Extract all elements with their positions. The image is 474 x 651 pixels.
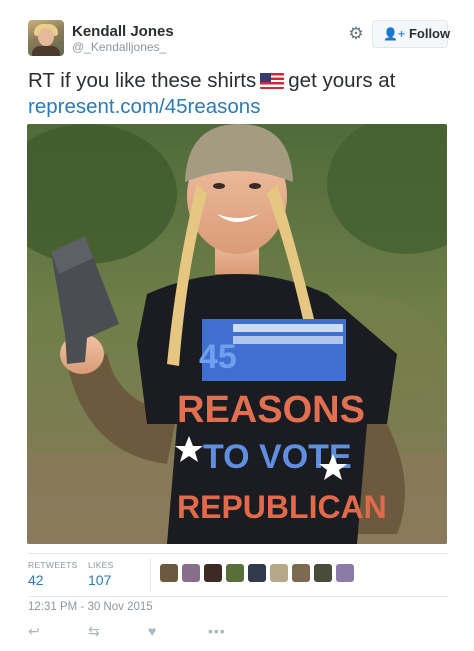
liker-avatar[interactable] bbox=[182, 564, 200, 582]
tweet-text-after: get yours at bbox=[288, 69, 396, 92]
user-handle[interactable]: @_Kendalljones_ bbox=[72, 40, 166, 54]
liker-avatar[interactable] bbox=[160, 564, 178, 582]
tweet-header: Kendall Jones @_Kendalljones_ ⚙ 👤+ Follow bbox=[28, 20, 451, 60]
shirt-line-4: REPUBLICAN bbox=[177, 489, 387, 525]
avatar[interactable] bbox=[28, 20, 64, 56]
shirt-line-1: 45 bbox=[199, 338, 237, 376]
follow-label: Follow bbox=[408, 26, 451, 41]
more-icon[interactable]: ••• bbox=[208, 622, 226, 640]
retweet-icon[interactable]: ⇆ bbox=[88, 622, 100, 640]
liker-avatar[interactable] bbox=[314, 564, 332, 582]
heart-icon[interactable]: ♥ bbox=[148, 622, 156, 640]
liker-avatar[interactable] bbox=[204, 564, 222, 582]
tweet-photo[interactable]: 45 REASONS TO VOTE REPUBLICAN bbox=[27, 124, 447, 544]
liker-avatar[interactable] bbox=[292, 564, 310, 582]
likes-label: LIKES bbox=[88, 560, 114, 570]
us-flag-icon bbox=[260, 73, 285, 89]
likes-stat[interactable]: LIKES 107 bbox=[88, 560, 114, 588]
liker-avatar[interactable] bbox=[226, 564, 244, 582]
retweets-count: 42 bbox=[28, 572, 44, 588]
tweet-actions: ↩ ⇆ ♥ ••• bbox=[28, 622, 328, 642]
gear-icon[interactable]: ⚙ bbox=[346, 24, 366, 44]
stats-divider bbox=[150, 558, 151, 592]
liker-avatars bbox=[160, 564, 358, 584]
add-user-icon: 👤+ bbox=[383, 27, 405, 41]
retweet-stat[interactable]: RETWEETS 42 bbox=[28, 560, 78, 588]
tweet-timestamp[interactable]: 12:31 PM - 30 Nov 2015 bbox=[28, 601, 153, 613]
follow-button[interactable]: 👤+ Follow bbox=[372, 20, 451, 48]
user-name[interactable]: Kendall Jones bbox=[72, 23, 174, 40]
reply-icon[interactable]: ↩ bbox=[28, 622, 40, 640]
likes-count: 107 bbox=[88, 572, 112, 588]
tweet-link[interactable]: represent.com/45reasons bbox=[28, 94, 448, 120]
shirt-line-2: REASONS bbox=[177, 389, 365, 431]
retweets-label: RETWEETS bbox=[28, 560, 78, 570]
liker-avatar[interactable] bbox=[270, 564, 288, 582]
photo-illustration: 45 REASONS TO VOTE REPUBLICAN bbox=[27, 124, 447, 544]
tweet-text: RT if you like these shirts get yours at … bbox=[28, 68, 448, 120]
liker-avatar[interactable] bbox=[336, 564, 354, 582]
liker-avatar[interactable] bbox=[248, 564, 266, 582]
tweet-text-before: RT if you like these shirts bbox=[28, 69, 257, 92]
tweet-stats: RETWEETS 42 LIKES 107 bbox=[28, 553, 448, 597]
